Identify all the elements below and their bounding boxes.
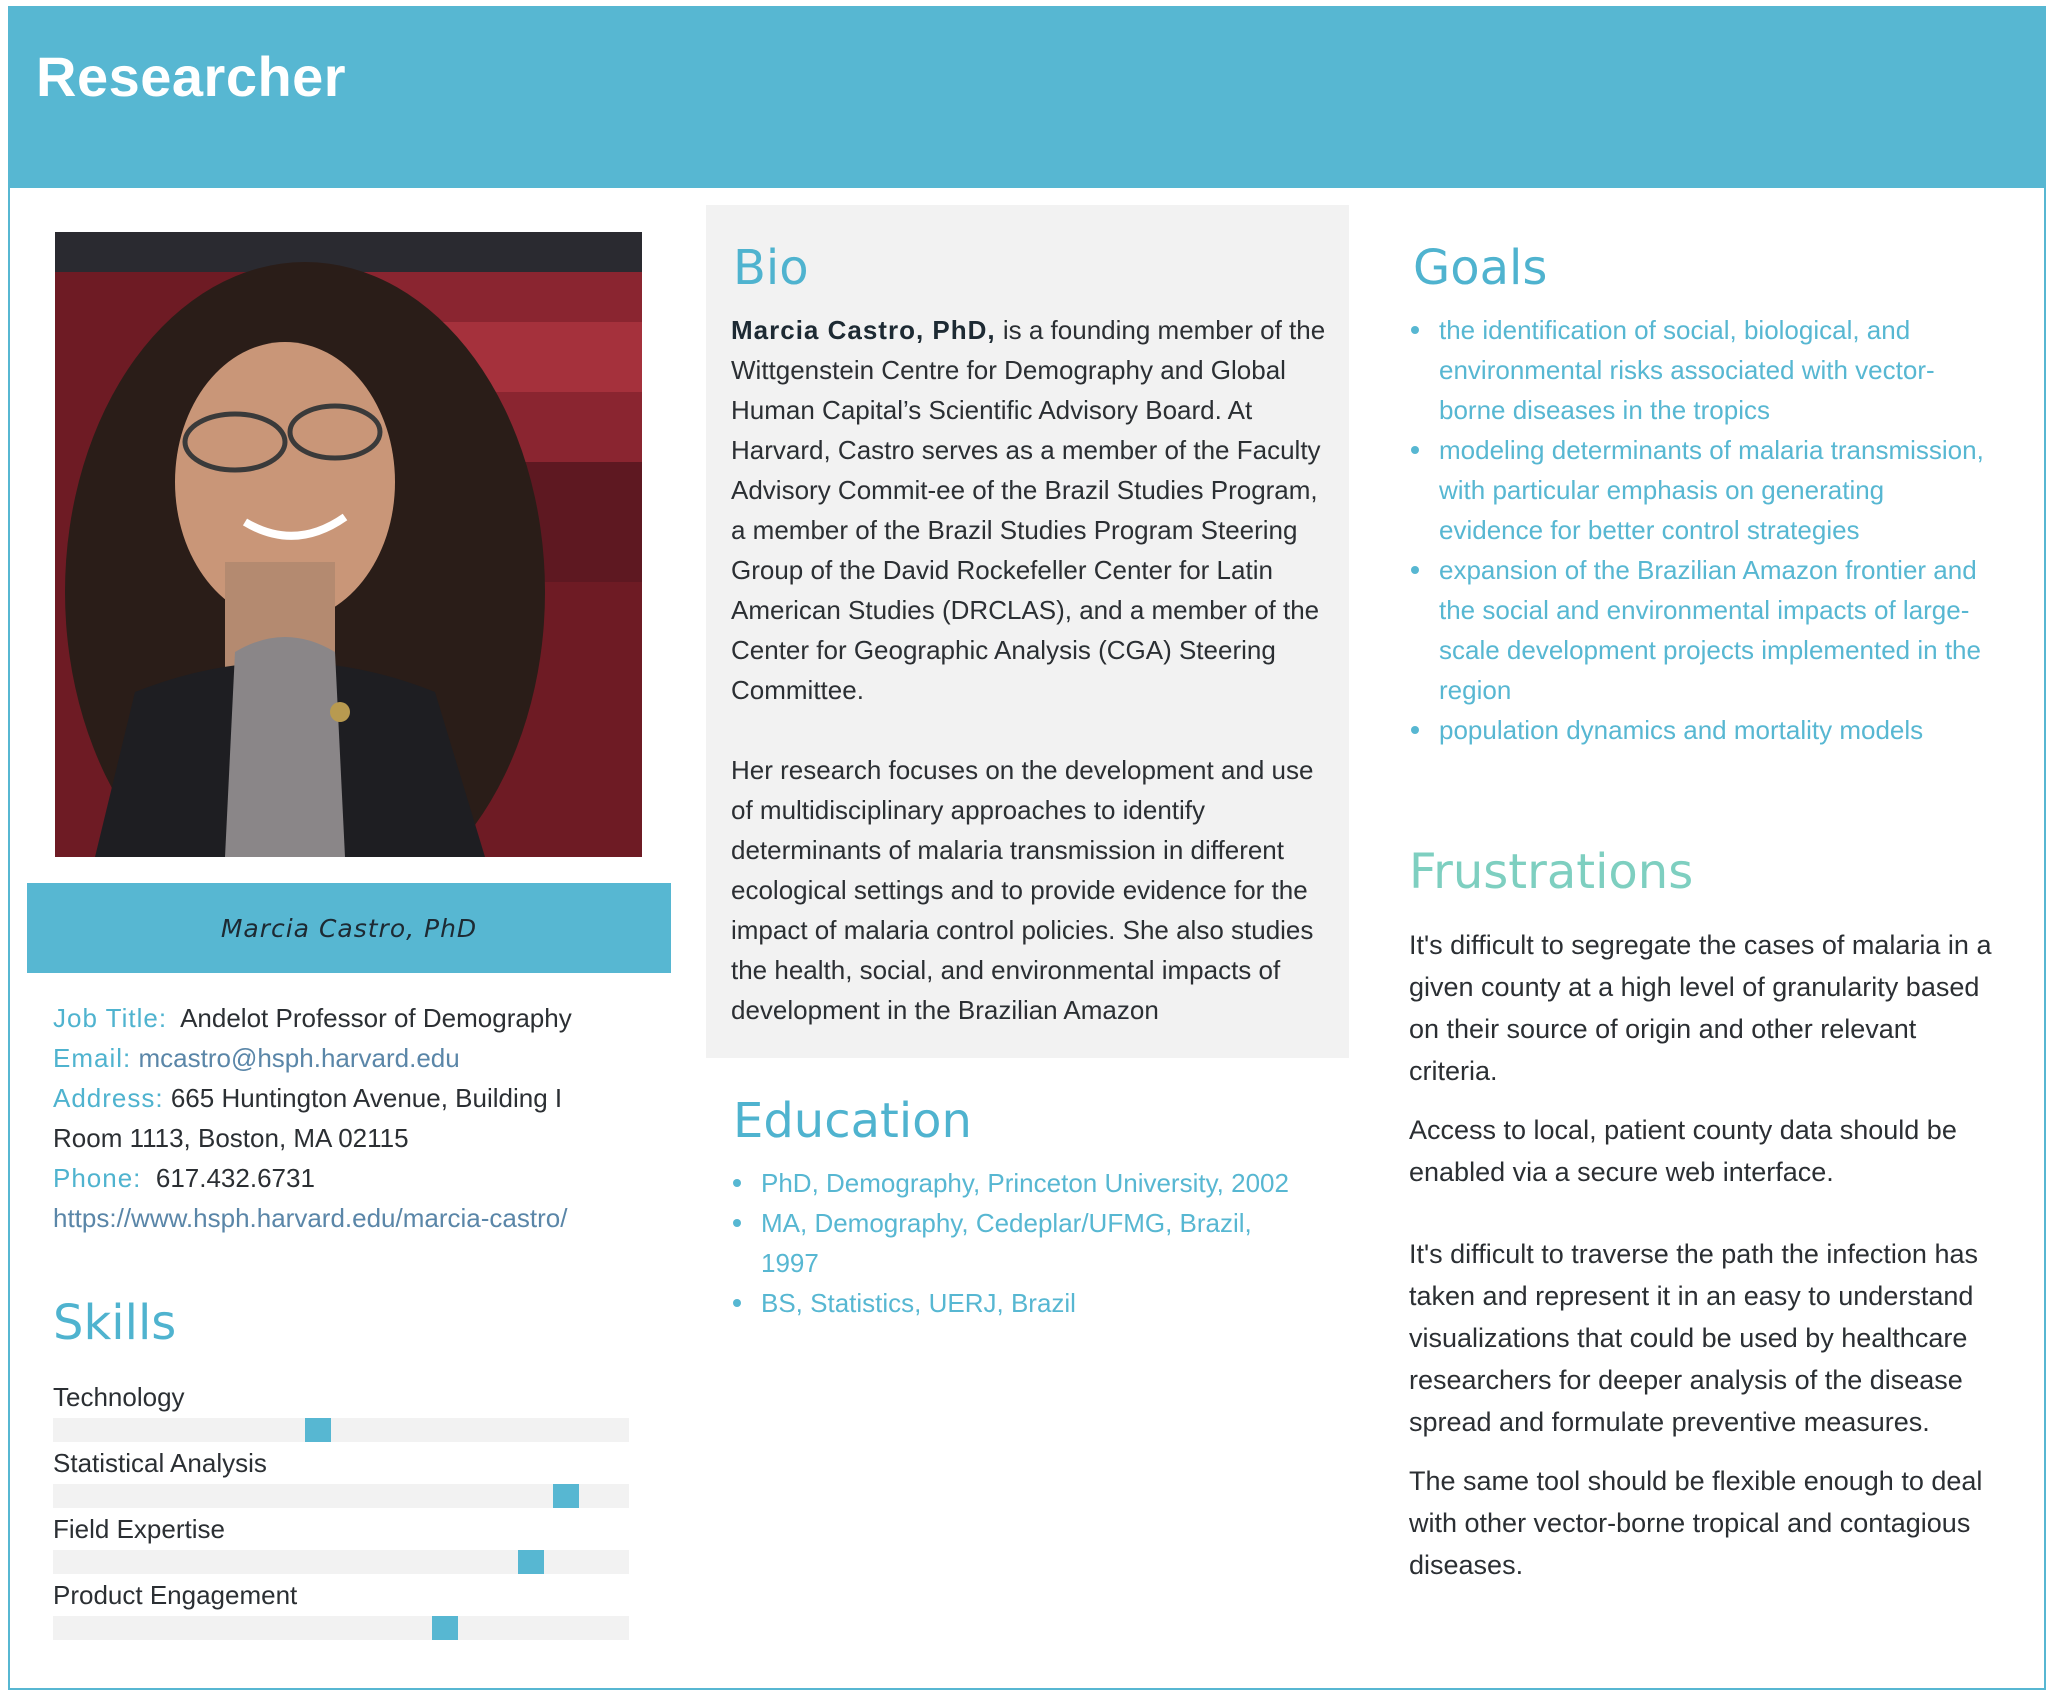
email-row: Email: mcastro@hsph.harvard.edu — [53, 1038, 673, 1078]
frustration-paragraph: It's difficult to traverse the path the … — [1409, 1239, 1978, 1437]
skill-label: Field Expertise — [53, 1514, 225, 1544]
bio-paragraph-2: Her research focuses on the development … — [731, 755, 1314, 1025]
education-item: PhD, Demography, Princeton University, 2… — [731, 1163, 1331, 1203]
skill-level-marker — [304, 1418, 331, 1442]
goals-title: Goals — [1413, 240, 1548, 296]
website-link[interactable]: https://www.hsph.harvard.edu/marcia-cast… — [53, 1198, 673, 1238]
skill-level-marker — [518, 1550, 545, 1574]
job-title-row: Job Title: Andelot Professor of Demograp… — [53, 998, 673, 1038]
email-label: Email: — [53, 1043, 132, 1073]
skill-row: Statistical Analysis — [53, 1446, 629, 1512]
goal-item: population dynamics and mortality models — [1409, 710, 1989, 750]
bio-paragraph-1-body: is a founding member of the Wittgenstein… — [731, 315, 1326, 705]
address-line2: Room 1113, Boston, MA 02115 — [53, 1123, 409, 1153]
skills-title: Skills — [53, 1295, 177, 1351]
skill-level-marker — [431, 1616, 458, 1640]
education-item: BS, Statistics, UERJ, Brazil — [731, 1283, 1331, 1323]
goal-item: expansion of the Brazilian Amazon fronti… — [1409, 550, 1989, 710]
frustration-paragraph: The same tool should be flexible enough … — [1409, 1466, 1983, 1580]
phone-value: 617.432.6731 — [155, 1163, 315, 1193]
page-title: Researcher — [36, 45, 347, 108]
profile-photo — [55, 232, 642, 857]
skill-level-marker — [552, 1484, 579, 1508]
education-list: PhD, Demography, Princeton University, 2… — [731, 1163, 1331, 1323]
skills-list: Technology Statistical Analysis Field Expe… — [53, 1380, 629, 1644]
contact-info: Job Title: Andelot Professor of Demograp… — [53, 998, 673, 1238]
address-label: Address: — [53, 1083, 164, 1113]
phone-row: Phone: 617.432.6731 — [53, 1158, 673, 1198]
frustration-paragraph: Access to local, patient county data sho… — [1409, 1115, 1957, 1187]
frustrations-title: Frustrations — [1409, 844, 1694, 900]
goals-list: the identification of social, biological… — [1409, 310, 1989, 750]
skill-label: Technology — [53, 1382, 185, 1412]
job-title-value: Andelot Professor of Demography — [180, 1003, 572, 1033]
skill-row: Field Expertise — [53, 1512, 629, 1578]
address-line1: 665 Huntington Avenue, Building I — [170, 1083, 563, 1113]
bio-name: Marcia Castro, PhD, — [731, 315, 996, 345]
goal-item: the identification of social, biological… — [1409, 310, 1989, 430]
skill-track — [53, 1418, 629, 1442]
skill-track — [53, 1616, 629, 1640]
job-title-label: Job Title: — [53, 1003, 168, 1033]
email-link[interactable]: mcastro@hsph.harvard.edu — [138, 1043, 459, 1073]
skill-label: Product Engagement — [53, 1580, 298, 1610]
skill-row: Product Engagement — [53, 1578, 629, 1644]
skill-track — [53, 1550, 629, 1574]
skill-label: Statistical Analysis — [53, 1448, 267, 1478]
bio-paragraph-1: Marcia Castro, PhD, is a founding member… — [731, 310, 1336, 710]
skill-track — [53, 1484, 629, 1508]
goal-item: modeling determinants of malaria transmi… — [1409, 430, 1989, 550]
persona-name: Marcia Castro, PhD — [220, 913, 478, 943]
education-item: MA, Demography, Cedeplar/UFMG, Brazil, 1… — [731, 1203, 1331, 1283]
frustrations-text: It's difficult to segregate the cases of… — [1409, 924, 2009, 1603]
header-bar: Researcher — [8, 6, 2046, 188]
phone-label: Phone: — [53, 1163, 142, 1193]
education-title: Education — [733, 1093, 972, 1149]
name-banner: Marcia Castro, PhD — [27, 883, 671, 973]
bio-title: Bio — [733, 240, 809, 296]
frustration-paragraph: It's difficult to segregate the cases of… — [1409, 930, 1992, 1086]
address-row: Address: 665 Huntington Avenue, Building… — [53, 1078, 673, 1118]
skill-row: Technology — [53, 1380, 629, 1446]
bio-text: Marcia Castro, PhD, is a founding member… — [731, 310, 1336, 1070]
